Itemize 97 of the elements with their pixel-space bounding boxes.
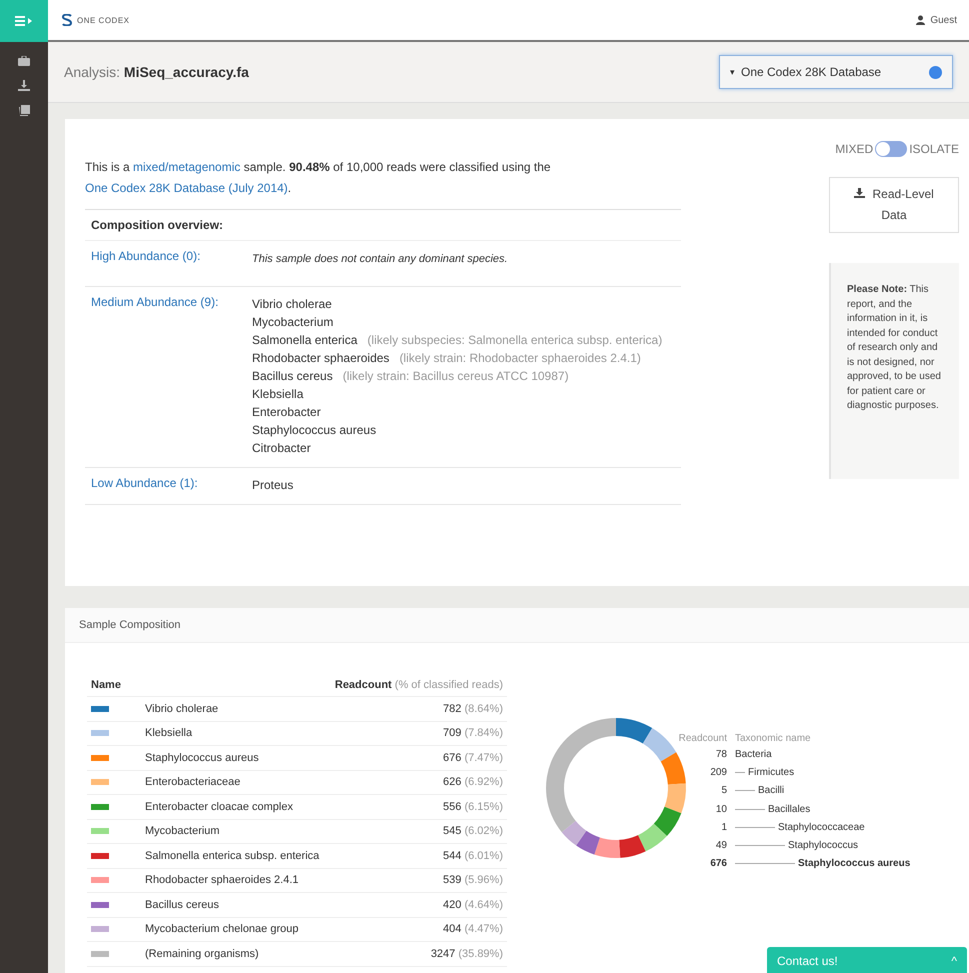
overview-title: Composition overview: — [85, 209, 681, 241]
species-entry: Proteus — [252, 477, 294, 494]
percent: (7.47%) — [464, 752, 503, 764]
organism-name: Bacillus cereus — [145, 898, 219, 911]
readcount: 709 — [443, 727, 462, 740]
taxon-name: Staphylococcus — [788, 840, 858, 852]
percent: (4.47%) — [464, 923, 503, 936]
user-icon — [916, 15, 926, 25]
analysis-title: Analysis: MiSeq_accuracy.fa — [64, 64, 249, 80]
readcount: 676 — [443, 752, 462, 764]
percent: (7.84%) — [464, 727, 503, 740]
donut-slice[interactable] — [638, 824, 667, 852]
database-select[interactable]: ▾ One Codex 28K Database — [719, 55, 953, 89]
toggle-label: MIXED — [835, 142, 874, 156]
taxon-count: 1 — [720, 822, 727, 833]
donut-slice[interactable] — [616, 718, 652, 744]
column-header: Readcount (% of classified reads) — [334, 679, 503, 691]
organism-name: Rhodobacter sphaeroides 2.4.1 — [145, 874, 298, 886]
abundance-link[interactable]: Low Abundance (1): — [91, 476, 198, 490]
taxon-name: Firmicutes — [748, 766, 794, 778]
panel-title: Sample Composition — [79, 619, 180, 631]
species-entry: Staphylococcus aureus — [252, 422, 378, 439]
readcount: 556 — [443, 800, 462, 813]
percent: (6.15%) — [464, 800, 503, 813]
user-name[interactable]: Guest — [930, 14, 957, 26]
readcount: 420 — [443, 898, 462, 911]
percent: (5.96%) — [464, 874, 503, 886]
organism-name: Vibrio cholerae — [145, 702, 218, 715]
organism-name: Salmonella enterica subsp. enterica — [145, 850, 320, 862]
donut-slice[interactable] — [576, 830, 600, 855]
taxon-count: 5 — [720, 785, 727, 796]
download-icon[interactable] — [18, 80, 30, 91]
menu-button[interactable] — [0, 0, 48, 42]
organism-name: Staphylococcus aureus — [145, 752, 259, 764]
empty-message: This sample does not contain any dominant species. — [252, 253, 508, 265]
donut-slice[interactable] — [562, 820, 586, 846]
species-entry: Bacillus cereus (likely strain: Bacillus cereus ATCC 10987) — [252, 368, 570, 385]
donut-slice[interactable] — [594, 837, 620, 858]
abundance-link[interactable]: High Abundance (0): — [91, 249, 200, 263]
download-icon — [854, 188, 866, 198]
type-switch[interactable] — [875, 141, 908, 157]
brand-name: ONE CODEX — [77, 16, 130, 24]
donut-slice[interactable] — [664, 783, 686, 814]
readcount: 404 — [443, 923, 462, 936]
organism-name: Mycobacterium — [145, 825, 220, 838]
readcount: 544 — [443, 850, 462, 862]
taxon-name: Bacillales — [768, 804, 810, 815]
species-entry: Vibrio cholerae — [252, 296, 333, 313]
species-entry: Mycobacterium — [252, 314, 334, 331]
briefcase-icon[interactable] — [18, 56, 30, 66]
organism-name: Enterobacter cloacae complex — [145, 800, 293, 813]
summary-link[interactable]: One Codex 28K Database (July 2014) — [85, 181, 288, 195]
taxon-count: 78 — [714, 748, 727, 760]
donut-slice[interactable] — [642, 728, 676, 762]
species-entry: Salmonella enterica (likely subspecies: Salmonella enterica subsp. enterica) — [252, 332, 662, 349]
species-entry: Rhodobacter sphaeroides (likely strain: Rhodobacter sphaeroides 2.4.1) — [252, 350, 642, 367]
taxon-count: 676 — [709, 858, 727, 870]
organism-name: Enterobacteriaceae — [145, 776, 240, 788]
donut-slice[interactable] — [654, 806, 682, 836]
organism-name: Klebsiella — [145, 727, 192, 740]
percent: (35.89%) — [458, 948, 503, 960]
taxon-name: Staphylococcaceae — [778, 822, 865, 833]
organism-name: (Remaining organisms) — [145, 948, 259, 960]
taxon-count: 49 — [714, 840, 727, 852]
menu-icon — [15, 15, 33, 27]
percent: (6.02%) — [464, 825, 503, 838]
readcount: 782 — [443, 702, 462, 715]
readcount: 3247 — [430, 948, 456, 960]
organism-name: Mycobacterium chelonae group — [145, 923, 298, 936]
summary-link[interactable]: mixed/metagenomic — [133, 160, 240, 174]
percent: (8.64%) — [464, 702, 503, 715]
species-entry: Citrobacter — [252, 440, 312, 457]
summary-text: This is a mixed/metagenomic sample. 90.48% of 10,000 reads were classified using the One Codex 28K Database (July 2014). — [85, 159, 552, 197]
readcount: 539 — [443, 874, 462, 886]
percent: (4.64%) — [464, 898, 503, 911]
donut-slice[interactable] — [660, 752, 686, 785]
percent: (6.01%) — [464, 850, 503, 862]
column-header: Taxonomic name — [735, 732, 811, 744]
logo-icon — [62, 14, 72, 26]
taxon-name: Bacteria — [735, 748, 772, 760]
donut-slice[interactable] — [619, 835, 646, 858]
readcount: 626 — [443, 776, 462, 788]
note-text: Please Note: This report, and the information in it, is intended for conduct of research only and is not designed, nor approved, to be used for patient care or diagnostic purposes. — [847, 283, 942, 413]
taxon-count: 209 — [709, 766, 727, 778]
readcount: 545 — [443, 825, 462, 838]
taxon-name: Bacilli — [758, 785, 784, 796]
column-header: Name — [91, 679, 121, 691]
toggle-label: ISOLATE — [909, 142, 959, 156]
column-header: Readcount — [678, 732, 727, 744]
species-entry: Enterobacter — [252, 404, 322, 421]
species-entry: Klebsiella — [252, 386, 304, 403]
abundance-link[interactable]: Medium Abundance (9): — [91, 295, 218, 309]
taxon-count: 10 — [714, 804, 727, 815]
book-icon[interactable] — [18, 105, 30, 116]
read-level-button[interactable]: Read-Level Data — [829, 177, 959, 233]
percent: (6.92%) — [464, 776, 503, 788]
taxon-name: Staphylococcus aureus — [798, 858, 910, 870]
